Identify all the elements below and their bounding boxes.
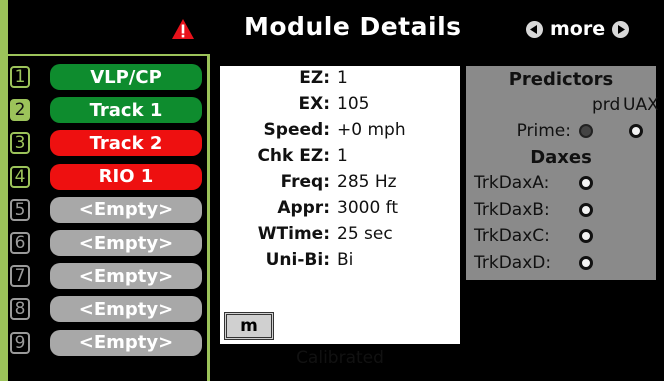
slot-number[interactable]: 7 [10,265,30,288]
detail-row: Appr: 3000 ft [220,198,460,224]
predictors-title: Predictors [508,69,614,90]
detail-value: 285 Hz [337,172,397,192]
detail-row: Uni-Bi: Bi [220,250,460,276]
dax-indicator[interactable] [579,255,593,270]
detail-row: Chk EZ: 1 [220,146,460,172]
module-slot-8[interactable]: 8 <Empty> [10,295,202,323]
slot-button[interactable]: <Empty> [50,329,202,356]
dax-indicator[interactable] [579,176,593,190]
calibration-status: Calibrated [296,348,384,368]
dax-label: TrkDaxC: [474,226,550,246]
slot-number[interactable]: 1 [10,66,30,88]
detail-value: 3000 ft [337,198,399,218]
dax-label: TrkDaxD: [474,252,552,273]
detail-row: Freq: 285 Hz [220,172,460,198]
dax-label: TrkDaxA: [474,173,550,193]
slot-button[interactable]: Track 1 [50,97,202,124]
slot-button[interactable]: RIO 1 [50,163,202,190]
details-panel: EZ: 1 EX: 105 Speed: +0 mph Chk EZ: 1 Freq: 285 H… [220,66,460,368]
uax-column-header: UAX [623,95,659,115]
detail-row: WTime: 25 sec [220,224,460,250]
slot-number[interactable]: 5 [10,198,30,221]
detail-row: EZ: 1 [220,68,460,94]
detail-value: +0 mph [337,120,406,140]
slot-number[interactable]: 8 [10,298,30,321]
detail-row: Speed: +0 mph [220,120,460,146]
prime-prd-indicator[interactable] [579,124,593,138]
warning-triangle-icon[interactable] [171,18,195,40]
detail-label: Freq: [280,172,330,192]
prd-column-header: prd [592,95,621,115]
module-slot-1[interactable]: 1 VLP/CP [10,63,202,91]
detail-row: EX: 105 [220,94,460,120]
more-button[interactable]: more [526,17,630,41]
m-button[interactable]: m [224,312,274,340]
daxes-title: Daxes [530,147,592,168]
detail-label: EZ: [299,68,330,88]
header-bar: Module Details more [8,0,664,54]
prime-uax-indicator[interactable] [629,124,643,138]
slot-button[interactable]: <Empty> [50,296,202,323]
detail-value: 25 sec [337,224,393,244]
detail-value: Bi [337,250,354,270]
slot-number[interactable]: 3 [10,132,30,155]
dax-indicator[interactable] [579,202,593,217]
detail-label: Appr: [277,198,330,218]
detail-label: Chk EZ: [257,146,330,166]
slot-button[interactable]: <Empty> [50,196,202,223]
detail-value: 1 [337,146,348,166]
slot-number[interactable]: 9 [10,331,30,354]
dax-label: TrkDaxB: [474,199,550,220]
detail-label: WTime: [257,224,330,244]
predictors-panel: Predictors prd UAX Prime: Daxes TrkDaxA:… [466,66,659,280]
detail-value: 105 [337,94,370,114]
slot-button[interactable]: VLP/CP [50,64,202,90]
slot-number[interactable]: 2 [10,99,30,122]
slot-button[interactable]: Track 2 [50,130,202,157]
detail-label: EX: [298,94,330,114]
prime-label: Prime: [516,121,571,141]
detail-label: Speed: [263,120,330,140]
module-slot-6[interactable]: 6 <Empty> [10,229,202,257]
module-slot-9[interactable]: 9 <Empty> [10,329,202,357]
slot-button[interactable]: <Empty> [50,263,202,290]
module-slot-4[interactable]: 4 RIO 1 [10,163,202,191]
module-slot-5[interactable]: 5 <Empty> [10,196,202,224]
arrow-right-icon[interactable] [612,20,630,38]
module-slot-2[interactable]: 2 Track 1 [10,96,202,124]
detail-label: Uni-Bi: [265,250,330,270]
module-slot-3[interactable]: 3 Track 2 [10,129,202,157]
detail-value: 1 [337,68,348,88]
page-title: Module Details [244,12,462,41]
slot-button[interactable]: <Empty> [50,230,202,256]
module-details-screen: Module Details more 1 VLP/CP 2 Track 1 3 Trac… [0,0,664,381]
left-accent-strip [0,0,8,381]
dax-indicator[interactable] [579,229,593,243]
module-slot-7[interactable]: 7 <Empty> [10,262,202,290]
slot-number[interactable]: 4 [10,165,30,188]
sidebar-divider [207,54,210,381]
more-label[interactable]: more [550,18,605,40]
sidebar-top-divider [8,54,210,56]
slot-number[interactable]: 6 [10,232,30,254]
arrow-left-icon[interactable] [526,20,543,38]
